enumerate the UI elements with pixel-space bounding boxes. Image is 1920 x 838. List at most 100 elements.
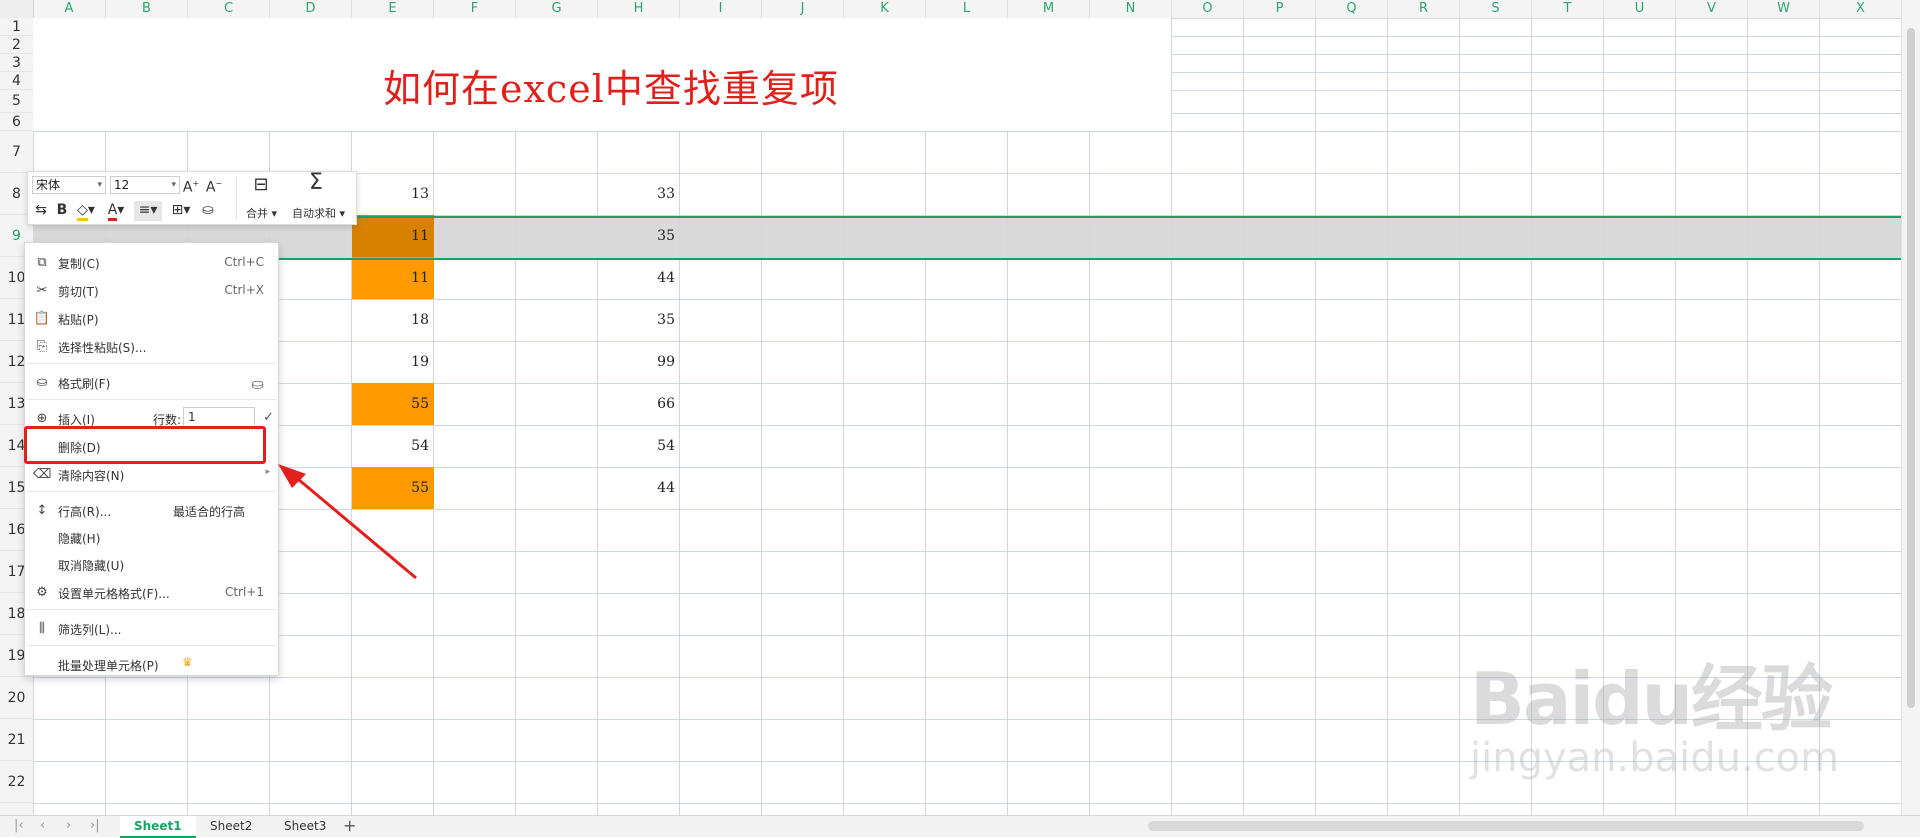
row-header-5[interactable]: 5 — [0, 90, 33, 113]
menu-item-row-height[interactable]: ↕ 行高(R)... 最适合的行高 — [25, 499, 278, 523]
cell-h11[interactable]: 35 — [598, 299, 680, 341]
column-header-j[interactable]: J — [762, 0, 844, 18]
first-sheet-icon[interactable]: |‹ — [14, 818, 24, 833]
row-header-3[interactable]: 3 — [0, 54, 33, 72]
cell-e13[interactable]: 55 — [352, 383, 434, 425]
sigma-icon[interactable]: Σ — [303, 172, 329, 194]
menu-item-filter-column[interactable]: ⫼ 筛选列(L)... — [25, 617, 278, 641]
cell-e14[interactable]: 54 — [352, 425, 434, 467]
merge-cells-icon[interactable]: ⊟ — [248, 176, 274, 196]
vertical-scrollbar[interactable] — [1901, 18, 1920, 815]
menu-item-format-cells[interactable]: ⚙ 设置单元格格式(F)... Ctrl+1 — [25, 581, 278, 605]
format-cells-icon: ⚙ — [36, 585, 48, 600]
row-header-1[interactable]: 1 — [0, 18, 33, 36]
column-header-f[interactable]: F — [434, 0, 516, 18]
last-sheet-icon[interactable]: ›| — [90, 818, 100, 833]
column-header-k[interactable]: K — [844, 0, 926, 18]
vertical-scroll-thumb[interactable] — [1907, 28, 1915, 708]
column-header-v[interactable]: V — [1676, 0, 1748, 18]
cell-h14[interactable]: 54 — [598, 425, 680, 467]
column-header-p[interactable]: P — [1244, 0, 1316, 18]
cell-h10[interactable]: 44 — [598, 257, 680, 299]
column-header-s[interactable]: S — [1460, 0, 1532, 18]
cell-h13[interactable]: 66 — [598, 383, 680, 425]
column-header-x[interactable]: X — [1820, 0, 1902, 18]
next-sheet-icon[interactable]: › — [66, 818, 71, 833]
shrink-font-icon[interactable]: A− — [204, 175, 224, 196]
grid-row-line — [33, 593, 1902, 594]
cell-h12[interactable]: 99 — [598, 341, 680, 383]
menu-item-hide[interactable]: 隐藏(H) — [25, 526, 278, 550]
column-header-r[interactable]: R — [1388, 0, 1460, 18]
rows-count-stepper[interactable]: 1 — [183, 407, 255, 427]
confirm-check-icon[interactable]: ✓ — [263, 410, 274, 425]
column-header-c[interactable]: C — [188, 0, 270, 18]
row-header-7[interactable]: 7 — [0, 131, 33, 173]
grow-font-icon[interactable]: A+ — [181, 175, 201, 196]
cell-h9[interactable]: 35 — [598, 215, 680, 257]
menu-item-batch-process[interactable]: 批量处理单元格(P) ♛ — [25, 653, 278, 677]
menu-item-cut[interactable]: ✂ 剪切(T) Ctrl+X — [25, 279, 278, 303]
row-header-6[interactable]: 6 — [0, 113, 33, 131]
fill-color-icon[interactable]: ◇▾ — [74, 201, 98, 221]
font-name-select[interactable]: 宋体 ▾ — [32, 176, 106, 194]
prev-sheet-icon[interactable]: ‹ — [40, 818, 45, 833]
row-header-22[interactable]: 22 — [0, 761, 33, 803]
font-color-icon[interactable]: A▾ — [104, 201, 128, 221]
grid-column-line — [515, 18, 516, 815]
column-header-i[interactable]: I — [680, 0, 762, 18]
menu-item-clear-contents[interactable]: ⌫ 清除内容(N) ▸ — [25, 463, 278, 487]
column-header-u[interactable]: U — [1604, 0, 1676, 18]
column-header-m[interactable]: M — [1008, 0, 1090, 18]
cell-h15[interactable]: 44 — [598, 467, 680, 509]
column-header-o[interactable]: O — [1172, 0, 1244, 18]
column-header-d[interactable]: D — [270, 0, 352, 18]
bold-icon[interactable]: B — [53, 201, 71, 221]
column-header-e[interactable]: E — [352, 0, 434, 18]
tab-sheet1[interactable]: Sheet1 — [120, 816, 196, 838]
menu-separator — [27, 399, 276, 400]
add-sheet-button[interactable]: + — [343, 816, 356, 835]
column-header-a[interactable]: A — [33, 0, 106, 18]
horizontal-scrollbar[interactable] — [1148, 821, 1864, 831]
autosum-button[interactable]: 自动求和 ▾ — [292, 205, 345, 221]
row-header-20[interactable]: 20 — [0, 677, 33, 719]
format-painter-icon[interactable]: ⛀ — [251, 375, 264, 393]
best-fit-row-height-button[interactable]: 最适合的行高 — [173, 503, 245, 520]
cell-h8[interactable]: 33 — [598, 173, 680, 215]
cell-e11[interactable]: 18 — [352, 299, 434, 341]
border-icon[interactable]: ⊞▾ — [168, 201, 194, 221]
tab-sheet3[interactable]: Sheet3 — [270, 816, 340, 836]
format-brush-icon[interactable]: ⛀ — [198, 201, 218, 221]
menu-item-paste[interactable]: 📋 粘贴(P) — [25, 307, 278, 331]
merged-title-cell[interactable]: 如何在excel中查找重复项 — [33, 18, 1171, 131]
cell-e8[interactable]: 13 — [352, 173, 434, 215]
column-header-q[interactable]: Q — [1316, 0, 1388, 18]
cell-e10[interactable]: 11 — [352, 257, 434, 299]
column-header-g[interactable]: G — [516, 0, 598, 18]
menu-item-paste-special[interactable]: ⎘ 选择性粘贴(S)... — [25, 335, 278, 359]
column-header-l[interactable]: L — [926, 0, 1008, 18]
column-header-h[interactable]: H — [598, 0, 680, 18]
menu-item-unhide[interactable]: 取消隐藏(U) — [25, 553, 278, 577]
grid-row-line — [33, 383, 1902, 384]
grid-column-line — [925, 18, 926, 815]
cell-e9[interactable]: 11 — [352, 215, 434, 257]
merge-button[interactable]: 合并 ▾ — [246, 205, 277, 221]
menu-item-format-painter[interactable]: ⛀ 格式刷(F) ⛀ — [25, 371, 278, 395]
tab-sheet2[interactable]: Sheet2 — [196, 816, 266, 836]
row-header-21[interactable]: 21 — [0, 719, 33, 761]
menu-item-copy[interactable]: ⧉ 复制(C) Ctrl+C — [25, 251, 278, 275]
row-header-2[interactable]: 2 — [0, 36, 33, 54]
select-all-corner[interactable] — [0, 0, 34, 18]
column-header-n[interactable]: N — [1090, 0, 1172, 18]
column-header-b[interactable]: B — [106, 0, 188, 18]
cell-e12[interactable]: 19 — [352, 341, 434, 383]
merge-label: 合并 — [246, 207, 268, 220]
column-header-t[interactable]: T — [1532, 0, 1604, 18]
align-icon[interactable]: ≡▾ — [134, 201, 162, 221]
column-header-w[interactable]: W — [1748, 0, 1820, 18]
row-header-4[interactable]: 4 — [0, 72, 33, 90]
wrap-icon[interactable]: ⇆ — [32, 201, 50, 221]
font-size-select[interactable]: 12 ▾ — [110, 176, 180, 194]
